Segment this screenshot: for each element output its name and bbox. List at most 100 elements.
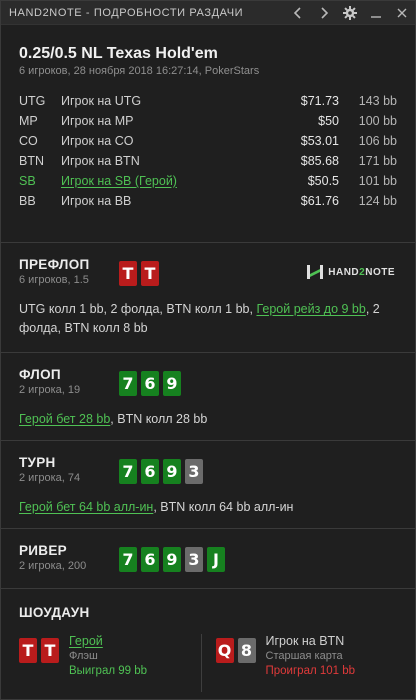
logo-text-c: NOTE xyxy=(365,266,395,278)
player-stack-bb: 100 bb xyxy=(358,114,397,128)
card: T xyxy=(141,261,159,286)
player-position: CO xyxy=(19,134,38,148)
logo-text-a: HAND xyxy=(328,266,360,278)
player-row: BTN Игрок на BTN $85.68 171 bb xyxy=(19,151,397,171)
flop-section: ФЛОП 2 игрока, 19 7 6 9 Герой бет 28 bb,… xyxy=(1,353,415,441)
street-title: ФЛОП xyxy=(19,367,61,382)
player-stack: $71.73 xyxy=(300,94,339,108)
board-cards: 7 6 9 3 J xyxy=(119,547,225,572)
street-title: РИВЕР xyxy=(19,543,67,558)
card: T xyxy=(119,261,137,286)
result-text: Выиграл 99 bb xyxy=(69,665,148,677)
card: 6 xyxy=(141,459,159,484)
hole-cards: T T xyxy=(119,261,159,286)
chevron-right-icon[interactable] xyxy=(311,1,337,25)
card: 7 xyxy=(119,459,137,484)
player-name: Игрок на MP xyxy=(61,114,134,128)
villain-cards: Q 8 xyxy=(215,638,256,692)
action-text: UTG колл 1 bb, 2 фолда, BTN колл 1 bb, xyxy=(19,302,257,316)
hero-cards: T T xyxy=(19,638,59,692)
hero-action-link[interactable]: Герой рейз до 9 bb xyxy=(256,302,365,316)
player-position: BB xyxy=(19,194,36,208)
game-title: 0.25/0.5 NL Texas Hold'em xyxy=(19,45,218,62)
player-stack: $85.68 xyxy=(300,154,339,168)
minimize-icon[interactable] xyxy=(363,1,389,25)
player-row: UTG Игрок на UTG $71.73 143 bb xyxy=(19,91,397,111)
street-subtitle: 2 игрока, 74 xyxy=(19,472,81,484)
showdown-title: ШОУДАУН xyxy=(19,605,90,620)
player-position: BTN xyxy=(19,154,44,168)
card: Q xyxy=(215,638,234,663)
hand-strength: Флэш xyxy=(69,650,98,662)
street-subtitle: 2 игрока, 19 xyxy=(19,384,81,396)
players-list: UTG Игрок на UTG $71.73 143 bb MP Игрок … xyxy=(19,91,397,211)
player-row: MP Игрок на MP $50 100 bb xyxy=(19,111,397,131)
villain-name: Игрок на BTN xyxy=(265,634,345,648)
title-bar[interactable]: HAND2NOTE - ПОДРОБНОСТИ РАЗДАЧИ xyxy=(1,1,415,25)
card: T xyxy=(19,638,37,663)
card: 7 xyxy=(119,547,137,572)
player-name: Игрок на BTN xyxy=(61,154,140,168)
card: T xyxy=(41,638,59,663)
hand-header: 0.25/0.5 NL Texas Hold'em 6 игроков, 28 … xyxy=(1,25,415,243)
hero-action-link[interactable]: Герой бет 28 bb xyxy=(19,412,110,426)
gear-icon[interactable] xyxy=(337,1,363,25)
showdown-villain: Q 8 Игрок на BTN Старшая карта Проиграл … xyxy=(215,634,398,692)
player-name: Игрок на CO xyxy=(61,134,134,148)
player-stack-bb: 106 bb xyxy=(358,134,397,148)
player-stack: $61.76 xyxy=(300,194,339,208)
card: 7 xyxy=(119,371,137,396)
hand2note-logo: HAND2NOTE xyxy=(306,263,395,281)
preflop-section: ПРЕФЛОП 6 игроков, 1.5 T T HAND2NOTE UTG… xyxy=(1,243,415,353)
player-stack-bb: 171 bb xyxy=(358,154,397,168)
game-subtitle: 6 игроков, 28 ноября 2018 16:27:14, Poke… xyxy=(19,65,260,77)
player-name: Игрок на UTG xyxy=(61,94,142,108)
player-stack: $50 xyxy=(318,114,339,128)
player-row: BB Игрок на BB $61.76 124 bb xyxy=(19,191,397,211)
river-section: РИВЕР 2 игрока, 200 7 6 9 3 J xyxy=(1,529,415,589)
hero-name-link[interactable]: Герой xyxy=(69,634,147,648)
divider xyxy=(200,634,202,692)
card: 3 xyxy=(185,547,203,572)
close-icon[interactable] xyxy=(389,1,415,25)
street-subtitle: 2 игрока, 200 xyxy=(19,560,87,572)
hand2note-logo-icon xyxy=(307,265,324,279)
card: J xyxy=(207,547,225,572)
card: 6 xyxy=(141,371,159,396)
board-cards: 7 6 9 xyxy=(119,371,181,396)
action-text: , BTN колл 64 bb алл-ин xyxy=(153,500,294,514)
card: 6 xyxy=(141,547,159,572)
chevron-left-icon[interactable] xyxy=(285,1,311,25)
player-name: Игрок на BB xyxy=(61,194,132,208)
card: 9 xyxy=(163,547,181,572)
street-actions: UTG колл 1 bb, 2 фолда, BTN колл 1 bb, Г… xyxy=(19,300,397,338)
player-stack-bb: 143 bb xyxy=(358,94,397,108)
street-subtitle: 6 игроков, 1.5 xyxy=(19,274,89,286)
player-position: MP xyxy=(19,114,38,128)
hand-strength: Старшая карта xyxy=(265,650,343,662)
player-position: SB xyxy=(19,174,36,188)
board-cards: 7 6 9 3 xyxy=(119,459,203,484)
hero-name-link[interactable]: Игрок на SB (Герой) xyxy=(61,174,275,188)
card: 9 xyxy=(163,459,181,484)
player-row: CO Игрок на CO $53.01 106 bb xyxy=(19,131,397,151)
result-text: Проиграл 101 bb xyxy=(265,665,356,677)
turn-section: ТУРН 2 игрока, 74 7 6 9 3 Герой бет 64 b… xyxy=(1,441,415,529)
street-title: ТУРН xyxy=(19,455,56,470)
window-title: HAND2NOTE - ПОДРОБНОСТИ РАЗДАЧИ xyxy=(9,6,244,19)
showdown-section: ШОУДАУН T T Герой Флэш Выиграл 99 bb Q 8 xyxy=(1,589,415,692)
hero-action-link[interactable]: Герой бет 64 bb алл-ин xyxy=(19,500,153,514)
logo-text: HAND2NOTE xyxy=(328,267,395,278)
player-stack-bb: 124 bb xyxy=(358,194,397,208)
street-actions: Герой бет 64 bb алл-ин, BTN колл 64 bb а… xyxy=(19,498,397,517)
player-stack-bb: 101 bb xyxy=(358,174,397,188)
card: 8 xyxy=(237,638,256,663)
player-position: UTG xyxy=(19,94,46,108)
card: 9 xyxy=(163,371,181,396)
player-stack: $50.5 xyxy=(307,174,339,188)
hand-details-window: HAND2NOTE - ПОДРОБНОСТИ РАЗДАЧИ 0.25/0.5… xyxy=(0,0,416,700)
action-text: , BTN колл 28 bb xyxy=(110,412,208,426)
street-actions: Герой бет 28 bb, BTN колл 28 bb xyxy=(19,410,397,429)
showdown-hero: T T Герой Флэш Выиграл 99 bb xyxy=(19,634,201,692)
player-stack: $53.01 xyxy=(300,134,339,148)
